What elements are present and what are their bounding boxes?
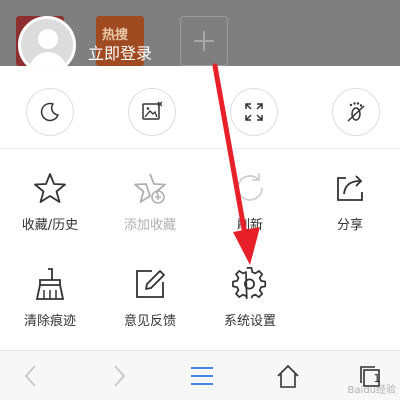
gear-icon xyxy=(232,266,267,300)
favorites-history-item[interactable]: 收藏/历史 xyxy=(0,170,100,250)
fullscreen-button[interactable] xyxy=(230,88,278,136)
menu-icon xyxy=(191,367,213,385)
broom-icon xyxy=(35,268,65,300)
night-mode-button[interactable] xyxy=(26,88,74,136)
star-icon xyxy=(34,173,66,203)
feedback-edit-icon xyxy=(136,270,165,298)
screen: 热搜 立即登录 收藏/历史 添加收藏 刷新 分享 清除痕迹 意见反馈 系统设置 … xyxy=(0,0,400,400)
share-item[interactable]: 分享 xyxy=(300,170,400,250)
home-icon xyxy=(277,364,299,388)
share-icon xyxy=(337,175,363,201)
share-label: 分享 xyxy=(336,218,363,233)
refresh-icon xyxy=(237,173,263,201)
avatar-body xyxy=(29,52,67,71)
clear-traces-item[interactable]: 清除痕迹 xyxy=(0,266,100,346)
system-settings-label: 系统设置 xyxy=(223,314,276,329)
refresh-label: 刷新 xyxy=(236,218,263,233)
clear-traces-label: 清除痕迹 xyxy=(23,314,76,329)
fullscreen-icon xyxy=(245,103,263,121)
avatar-head xyxy=(38,29,58,49)
bottom-toolbar: 1 xyxy=(0,350,400,400)
no-image-mode-icon xyxy=(142,101,163,120)
refresh-item[interactable]: 刷新 xyxy=(200,170,300,250)
quick-toggle-row xyxy=(0,88,400,136)
menu-divider xyxy=(0,148,400,149)
add-site-button[interactable] xyxy=(180,16,228,66)
favorites-history-label: 收藏/历史 xyxy=(21,218,79,233)
watermark: Baidu经验 xyxy=(347,385,396,396)
plus-icon-vertical xyxy=(203,31,205,51)
avatar[interactable] xyxy=(18,16,76,74)
main-menu-panel: 立即登录 收藏/历史 添加收藏 刷新 分享 清除痕迹 意见反馈 系统设置 xyxy=(0,16,400,350)
home-button[interactable] xyxy=(258,351,318,400)
forward-button[interactable] xyxy=(88,351,148,400)
feedback-item[interactable]: 意见反馈 xyxy=(100,266,200,346)
forward-icon xyxy=(114,365,126,387)
menu-button[interactable] xyxy=(172,351,232,400)
no-trace-mode-icon xyxy=(347,102,365,122)
back-button[interactable] xyxy=(2,351,62,400)
system-settings-item[interactable]: 系统设置 xyxy=(200,266,300,346)
no-image-mode-button[interactable] xyxy=(128,88,176,136)
no-trace-mode-button[interactable] xyxy=(332,88,380,136)
night-mode-icon xyxy=(40,102,59,122)
add-favorite-item[interactable]: 添加收藏 xyxy=(100,170,200,250)
add-favorite-label: 添加收藏 xyxy=(123,218,176,233)
star-plus-icon xyxy=(134,173,166,204)
back-icon xyxy=(24,365,36,387)
feedback-label: 意见反馈 xyxy=(123,314,176,329)
login-label[interactable]: 立即登录 xyxy=(88,40,152,64)
